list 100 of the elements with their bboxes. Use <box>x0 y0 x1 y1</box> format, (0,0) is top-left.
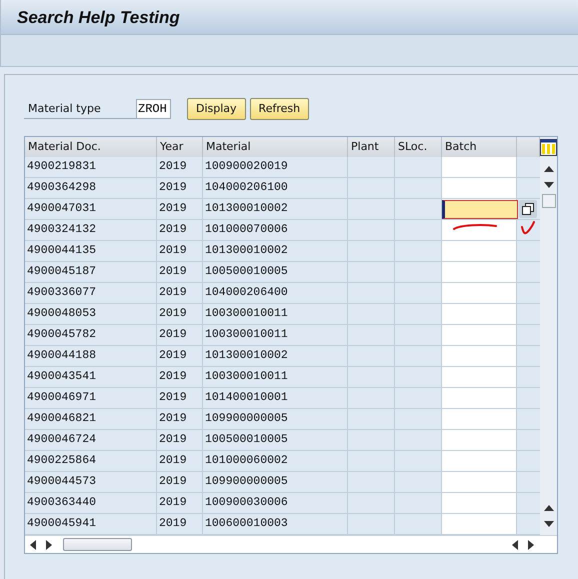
table-cell <box>348 493 395 514</box>
table-cell: 4900363440 <box>25 493 157 514</box>
table-cell <box>348 346 395 367</box>
table-cell: 2019 <box>157 283 203 304</box>
scroll-down-icon[interactable] <box>544 521 554 527</box>
table-cell: 2019 <box>157 451 203 472</box>
scroll-right-icon[interactable] <box>528 540 534 550</box>
column-header <box>517 137 540 157</box>
table-cell <box>348 283 395 304</box>
table-cell <box>348 178 395 199</box>
column-header[interactable]: Material Doc. <box>25 137 157 157</box>
table-cell: 2019 <box>157 241 203 262</box>
table-cell: 100300010011 <box>203 325 348 346</box>
table-cell: 4900044573 <box>25 472 157 493</box>
column-header[interactable]: SLoc. <box>395 137 442 157</box>
table-cell: 2019 <box>157 157 203 178</box>
table-cell <box>395 367 442 388</box>
table-cell <box>348 388 395 409</box>
table-cell <box>348 304 395 325</box>
column-header[interactable]: Year <box>157 137 203 157</box>
table-cell: 101300010002 <box>203 346 348 367</box>
table-cell: 4900045187 <box>25 262 157 283</box>
column-header[interactable]: Material <box>203 137 348 157</box>
table-cell: 109900000005 <box>203 409 348 430</box>
table-cell <box>395 430 442 451</box>
table-cell: 2019 <box>157 388 203 409</box>
scroll-up-icon[interactable] <box>544 166 554 172</box>
table-cell <box>348 409 395 430</box>
table-cell <box>395 325 442 346</box>
table-cell: 101300010002 <box>203 199 348 220</box>
table-cell <box>395 157 442 178</box>
material-type-field[interactable]: ZROH <box>136 99 171 119</box>
table-cell <box>395 241 442 262</box>
table-cell <box>348 367 395 388</box>
table-cell <box>395 388 442 409</box>
table-cell: 4900045782 <box>25 325 157 346</box>
table-cell: 4900225864 <box>25 451 157 472</box>
table-cell: 100600010003 <box>203 514 348 535</box>
table-cell: 101000070006 <box>203 220 348 241</box>
column-header[interactable]: Batch <box>442 137 517 157</box>
checkmark-annotation <box>520 221 536 235</box>
window-title: Search Help Testing <box>17 8 180 27</box>
table-cell: 2019 <box>157 346 203 367</box>
table-cell: 4900043541 <box>25 367 157 388</box>
underline-annotation <box>452 223 498 230</box>
table-cell: 2019 <box>157 493 203 514</box>
table-cell <box>395 472 442 493</box>
table-cell: 100500010005 <box>203 430 348 451</box>
table-cell: 4900044188 <box>25 346 157 367</box>
table-cell <box>395 346 442 367</box>
table-cell <box>348 472 395 493</box>
table-cell: 2019 <box>157 262 203 283</box>
scroll-thumb[interactable] <box>63 538 132 551</box>
table-cell: 2019 <box>157 199 203 220</box>
table-cell <box>348 220 395 241</box>
table-cell <box>348 262 395 283</box>
table-cell <box>348 241 395 262</box>
copy-icon <box>522 203 534 215</box>
table-cell: 100900030006 <box>203 493 348 514</box>
scroll-up-icon[interactable] <box>544 505 554 511</box>
table-cell <box>395 451 442 472</box>
scroll-left-icon[interactable] <box>30 540 36 550</box>
table-cell: 4900336077 <box>25 283 157 304</box>
table-cell: 2019 <box>157 514 203 535</box>
table-cell: 4900324132 <box>25 220 157 241</box>
scroll-left-icon[interactable] <box>512 540 518 550</box>
table-cell <box>395 262 442 283</box>
action-button[interactable]: Display <box>187 98 246 120</box>
scroll-right-icon[interactable] <box>46 540 52 550</box>
table-cell: 4900046971 <box>25 388 157 409</box>
table-cell: 101300010002 <box>203 241 348 262</box>
table-cell: 4900219831 <box>25 157 157 178</box>
table-cell: 2019 <box>157 178 203 199</box>
table-cell <box>348 451 395 472</box>
table-cell: 2019 <box>157 409 203 430</box>
scroll-thumb[interactable] <box>542 194 556 208</box>
table-cell <box>348 430 395 451</box>
table-cell <box>395 409 442 430</box>
action-button[interactable]: Refresh <box>250 98 310 120</box>
table-cell: 4900047031 <box>25 199 157 220</box>
table-cell: 2019 <box>157 472 203 493</box>
table-cell <box>395 304 442 325</box>
table-cell: 4900364298 <box>25 178 157 199</box>
table-cell <box>395 283 442 304</box>
table-cell <box>395 178 442 199</box>
table-cell: 4900045941 <box>25 514 157 535</box>
table-cell: 2019 <box>157 220 203 241</box>
table-cell: 4900044135 <box>25 241 157 262</box>
table-cell: 100500010005 <box>203 262 348 283</box>
layout-icon[interactable] <box>540 139 557 156</box>
table-cell: 4900048053 <box>25 304 157 325</box>
table-cell: 4900046821 <box>25 409 157 430</box>
scroll-down-icon[interactable] <box>544 182 554 188</box>
column-header[interactable]: Plant <box>348 137 395 157</box>
table-cell: 2019 <box>157 325 203 346</box>
table-cell: 4900046724 <box>25 430 157 451</box>
table-cell: 100300010011 <box>203 367 348 388</box>
table-cell <box>348 199 395 220</box>
table-cell: 2019 <box>157 304 203 325</box>
table-cell <box>395 493 442 514</box>
